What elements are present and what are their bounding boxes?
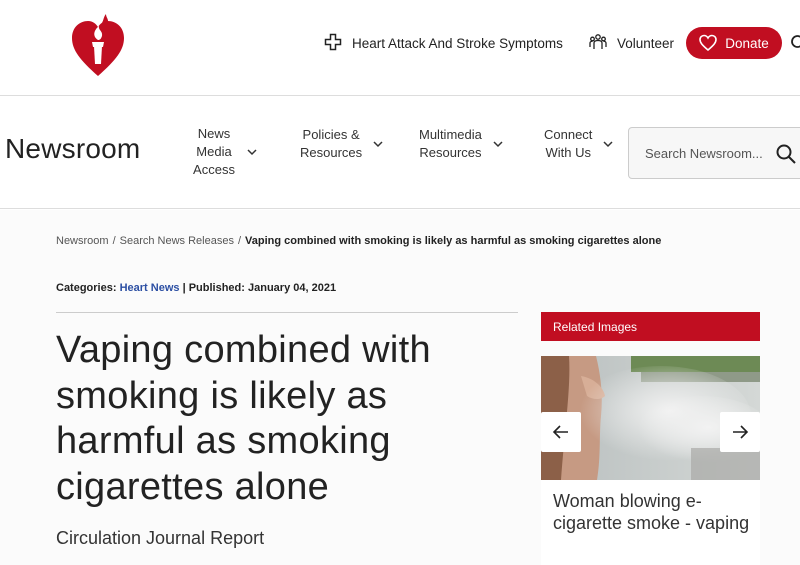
chevron-down-icon	[372, 138, 384, 150]
category-link[interactable]: Heart News	[120, 282, 180, 294]
article-headline: Vaping combined with smoking is likely a…	[56, 329, 431, 508]
breadcrumb-separator: /	[237, 235, 242, 247]
breadcrumb-separator: /	[112, 235, 116, 247]
donate-label: Donate	[725, 35, 769, 51]
breadcrumb-newsroom[interactable]: Newsroom	[56, 235, 109, 247]
breadcrumb-current: Vaping combined with smoking is likely a…	[245, 235, 662, 247]
arrow-left-icon	[552, 425, 568, 439]
nav-label-line: Multimedia	[419, 127, 482, 142]
volunteer-link[interactable]: Volunteer	[589, 33, 674, 53]
nav-label-line: With Us	[545, 145, 591, 160]
newsroom-nav: Newsroom News Media Access Policies & Re…	[0, 96, 800, 209]
newsroom-search	[628, 127, 800, 179]
nav-label-line: Policies &	[302, 127, 360, 142]
article-meta: Categories: Heart News | Published: Janu…	[56, 282, 336, 294]
published-date: | Published: January 04, 2021	[182, 282, 337, 294]
aha-logo[interactable]	[70, 12, 126, 78]
volunteer-icon	[589, 33, 609, 53]
heart-icon	[699, 34, 718, 52]
breadcrumb-search-news-releases[interactable]: Search News Releases	[120, 235, 234, 247]
related-image-caption[interactable]: Woman blowing e-cigarette smoke - vaping	[553, 490, 753, 534]
breadcrumb: Newsroom / Search News Releases / Vaping com…	[56, 235, 661, 247]
chevron-down-icon	[246, 146, 258, 158]
symptoms-link-label: Heart Attack And Stroke Symptoms	[352, 35, 563, 51]
newsroom-title[interactable]: Newsroom	[5, 133, 140, 165]
chevron-down-icon	[492, 138, 504, 150]
previous-image-button[interactable]	[541, 412, 581, 452]
nav-label-line: Connect	[544, 127, 593, 142]
nav-news-media-access[interactable]: News Media Access	[192, 125, 258, 179]
related-image[interactable]	[541, 356, 760, 480]
search-icon[interactable]	[790, 34, 800, 52]
volunteer-link-label: Volunteer	[617, 35, 675, 51]
symptoms-link[interactable]: Heart Attack And Stroke Symptoms	[324, 33, 563, 53]
nav-label: Multimedia Resources	[419, 126, 482, 162]
related-image-card[interactable]: Woman blowing e-cigarette smoke - vaping	[541, 356, 760, 565]
article-subhead: Circulation Journal Report	[56, 528, 265, 548]
next-image-button[interactable]	[720, 412, 760, 452]
divider	[56, 312, 518, 313]
search-icon[interactable]	[775, 143, 797, 165]
arrow-right-icon	[733, 425, 749, 439]
nav-connect-with-us[interactable]: Connect With Us	[544, 126, 614, 162]
nav-label: Policies & Resources	[300, 126, 362, 162]
nav-label-line: Media	[196, 144, 232, 159]
nav-label-line: Resources	[419, 145, 482, 160]
chevron-down-icon	[602, 138, 614, 150]
donate-button[interactable]: Donate	[686, 27, 782, 59]
nav-policies-resources[interactable]: Policies & Resources	[300, 126, 384, 162]
cross-icon	[324, 33, 344, 53]
nav-label: News Media Access	[192, 125, 236, 179]
nav-label-line: News	[197, 126, 231, 141]
categories-label: Categories:	[56, 282, 117, 294]
related-images-header: Related Images	[541, 312, 760, 341]
top-bar: Heart Attack And Stroke Symptoms Volunte…	[0, 0, 800, 96]
newsroom-search-input[interactable]	[645, 143, 769, 163]
nav-multimedia-resources[interactable]: Multimedia Resources	[419, 126, 504, 162]
nav-label: Connect With Us	[544, 126, 592, 162]
nav-label-line: Access	[193, 162, 235, 177]
nav-label-line: Resources	[300, 145, 363, 160]
